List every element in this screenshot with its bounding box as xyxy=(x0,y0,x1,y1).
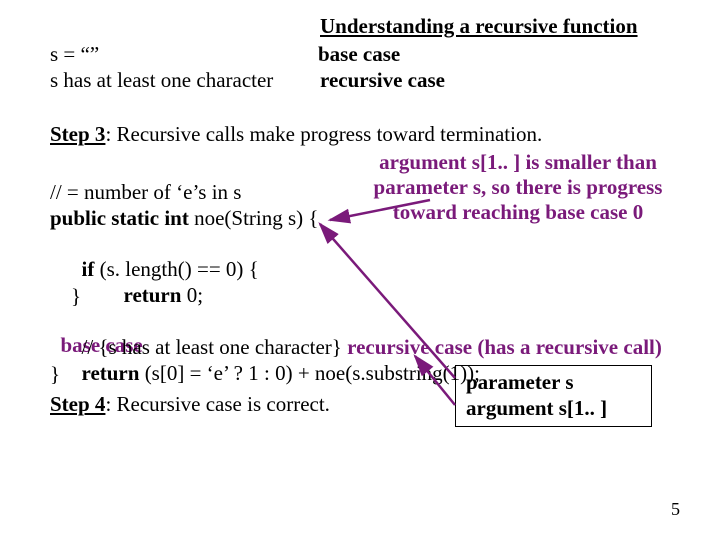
step4-text: : Recursive case is correct. xyxy=(105,392,329,416)
code-l2: public static int noe(String s) { xyxy=(50,206,319,231)
case-recursive-right: recursive case xyxy=(320,68,445,93)
code-l2a: public static int xyxy=(50,206,189,230)
code-l4b: 0; xyxy=(181,283,203,307)
step4-label: Step 4 xyxy=(50,392,105,416)
code-l7b: (s[0] = ‘e’ ? 1 : 0) + noe(s.substring(1… xyxy=(139,361,480,385)
progress-note-l3: toward reaching base case 0 xyxy=(358,200,678,225)
case-base-left: s = “” xyxy=(50,42,99,67)
param-arg-box: parameter s argument s[1.. ] xyxy=(455,365,652,427)
code-l5: } xyxy=(50,284,81,309)
slide-title: Understanding a recursive function xyxy=(320,14,638,39)
step4-line: Step 4: Recursive case is correct. xyxy=(50,392,330,417)
progress-note: argument s[1.. ] is smaller than paramet… xyxy=(358,150,678,225)
step3-line: Step 3: Recursive calls make progress to… xyxy=(50,122,542,147)
case-recursive-left: s has at least one character xyxy=(50,68,273,93)
code-l7: return (s[0] = ‘e’ ? 1 : 0) + noe(s.subs… xyxy=(50,336,480,386)
step3-label: Step 3 xyxy=(50,122,105,146)
box-argument-s1: argument s[1.. ] xyxy=(466,396,607,421)
code-l8: } xyxy=(50,362,60,387)
page-number: 5 xyxy=(671,499,680,520)
code-l7a: return xyxy=(61,361,140,385)
case-base-right: base case xyxy=(318,42,400,67)
progress-note-l2: parameter s, so there is progress xyxy=(358,175,678,200)
step3-text: : Recursive calls make progress toward t… xyxy=(105,122,542,146)
code-l2b: noe(String s) { xyxy=(189,206,319,230)
box-parameter-s: parameter s xyxy=(466,370,574,395)
progress-note-l1: argument s[1.. ] is smaller than xyxy=(358,150,678,175)
code-l1: // = number of ‘e’s in s xyxy=(50,180,241,205)
